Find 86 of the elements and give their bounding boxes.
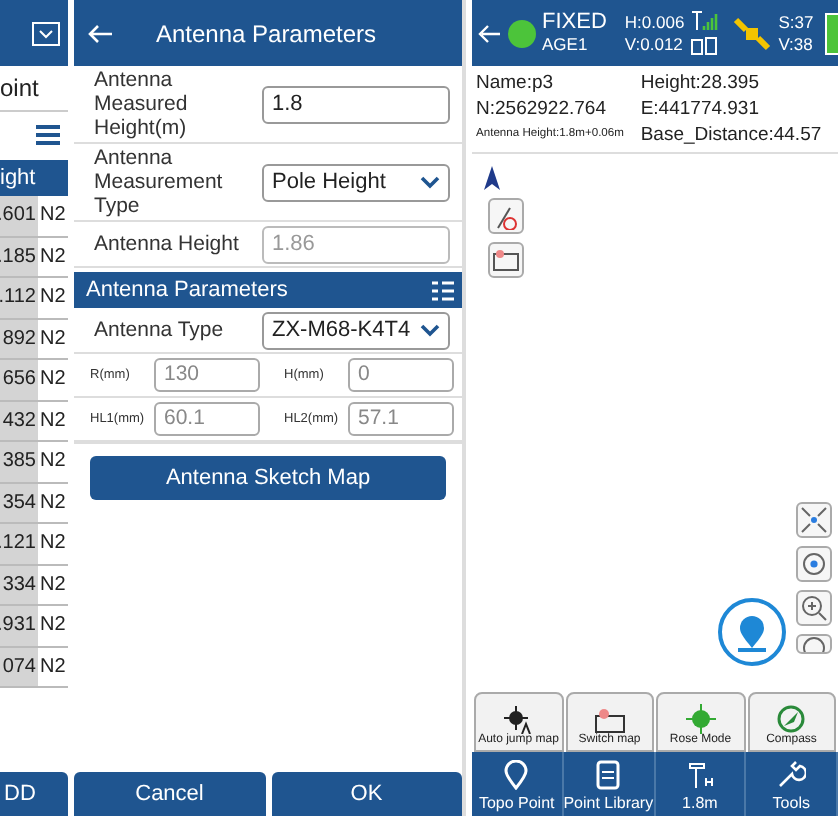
document-icon	[596, 760, 621, 790]
table-cell-text: N2	[38, 202, 68, 230]
section-header: Antenna Parameters	[86, 278, 288, 302]
nav-tab[interactable]: Tools	[746, 752, 838, 816]
add-button[interactable]: DD	[0, 772, 68, 816]
satellite-icon	[732, 15, 773, 51]
field-label: Antenna Measurement Type	[94, 146, 225, 218]
input-field[interactable]: 0	[348, 358, 454, 392]
table-cell-text: N2	[38, 612, 68, 640]
survey-info: E:441774.931	[640, 96, 761, 122]
satellite-count: S:37	[778, 11, 814, 33]
nav-tab[interactable]: Point Library	[563, 752, 656, 816]
north-arrow-icon	[484, 166, 500, 190]
location-pin-icon	[502, 760, 531, 790]
table-cell-text: N2	[38, 243, 68, 271]
crosshair-icon	[800, 550, 828, 578]
input-field[interactable]: 57.1	[348, 402, 454, 436]
table-cell: 656	[0, 360, 38, 399]
sketch-map-button[interactable]: Antenna Sketch Map	[90, 456, 446, 500]
fix-status: FIXED	[542, 11, 607, 33]
table-cell: 385	[0, 442, 38, 481]
table-cell: .112	[0, 278, 38, 317]
zoom-in-icon	[800, 594, 828, 622]
folder-icon	[492, 248, 520, 272]
compass-rose-icon	[685, 704, 716, 734]
table-cell: 892	[0, 319, 38, 358]
folder-icon	[593, 708, 626, 734]
compass-icon	[776, 704, 807, 734]
input-field[interactable]: 60.1	[154, 402, 260, 436]
battery-icon	[824, 11, 838, 55]
chevron-down-icon	[420, 323, 440, 337]
table-cell-text: N2	[38, 284, 68, 312]
field-label: Antenna Measured Height(m)	[94, 68, 190, 140]
field-label: Antenna Type	[94, 318, 226, 342]
list-icon[interactable]	[432, 279, 454, 301]
expand-icon	[800, 506, 828, 534]
v-precision: V:0.012	[624, 33, 685, 55]
select-field[interactable]: Pole Height	[262, 163, 450, 201]
ok-button[interactable]: OK	[271, 772, 462, 816]
table-cell-text: N2	[38, 571, 68, 599]
table-cell: 074	[0, 647, 38, 686]
back-arrow-icon[interactable]	[478, 23, 502, 43]
dropdown-icon[interactable]	[32, 21, 60, 45]
zoom-out-button[interactable]	[796, 634, 832, 654]
table-cell-text: N2	[38, 530, 68, 558]
readonly-field: 1.86	[262, 225, 450, 263]
select-field[interactable]: ZX-M68-K4T4	[262, 311, 450, 349]
survey-info: N:2562922.764	[476, 96, 608, 122]
table-cell-text: N2	[38, 407, 68, 435]
cancel-button[interactable]: Cancel	[74, 772, 265, 816]
antenna-icon	[685, 760, 714, 790]
table-cell: 334	[0, 565, 38, 604]
input-field[interactable]: 130	[154, 358, 260, 392]
table-cell: 432	[0, 401, 38, 440]
nav-tab[interactable]: 1.8m	[655, 752, 747, 816]
input-field[interactable]: 1.8	[262, 85, 450, 123]
target-icon	[504, 706, 533, 734]
survey-info: Height:28.395	[640, 70, 761, 96]
table-header: ight	[0, 160, 68, 196]
h-precision: H:0.006	[624, 11, 685, 33]
location-pin-button[interactable]	[718, 598, 786, 666]
survey-info: Name:p3	[476, 70, 556, 96]
field-label: Antenna Height	[94, 232, 241, 256]
menu-icon[interactable]	[36, 123, 60, 145]
zoom-in-button[interactable]	[796, 590, 832, 626]
table-cell-text: N2	[38, 448, 68, 476]
nav-tab[interactable]: Topo Point	[472, 752, 564, 816]
table-cell: 354	[0, 483, 38, 522]
age-label: AGE1	[542, 33, 590, 55]
fix-status-dot	[508, 19, 536, 47]
table-cell-text: N2	[38, 366, 68, 394]
table-cell-text: N2	[38, 325, 68, 353]
dialog-title: Antenna Parameters	[153, 19, 379, 47]
screen-title: oint	[0, 66, 68, 112]
fit-view-button[interactable]	[796, 502, 832, 538]
wrench-icon	[776, 760, 807, 790]
zoom-out-icon	[802, 636, 826, 652]
satellite-visible: V:38	[778, 33, 814, 55]
locate-button[interactable]	[796, 546, 832, 582]
table-cell-text: N2	[38, 653, 68, 681]
chevron-down-icon	[420, 175, 440, 189]
map-frame-button[interactable]	[488, 242, 524, 278]
table-cell-text: N2	[38, 489, 68, 517]
signal-icon	[690, 9, 719, 57]
back-arrow-icon[interactable]	[86, 23, 114, 43]
survey-info: Base_Distance:44.57	[640, 122, 824, 148]
